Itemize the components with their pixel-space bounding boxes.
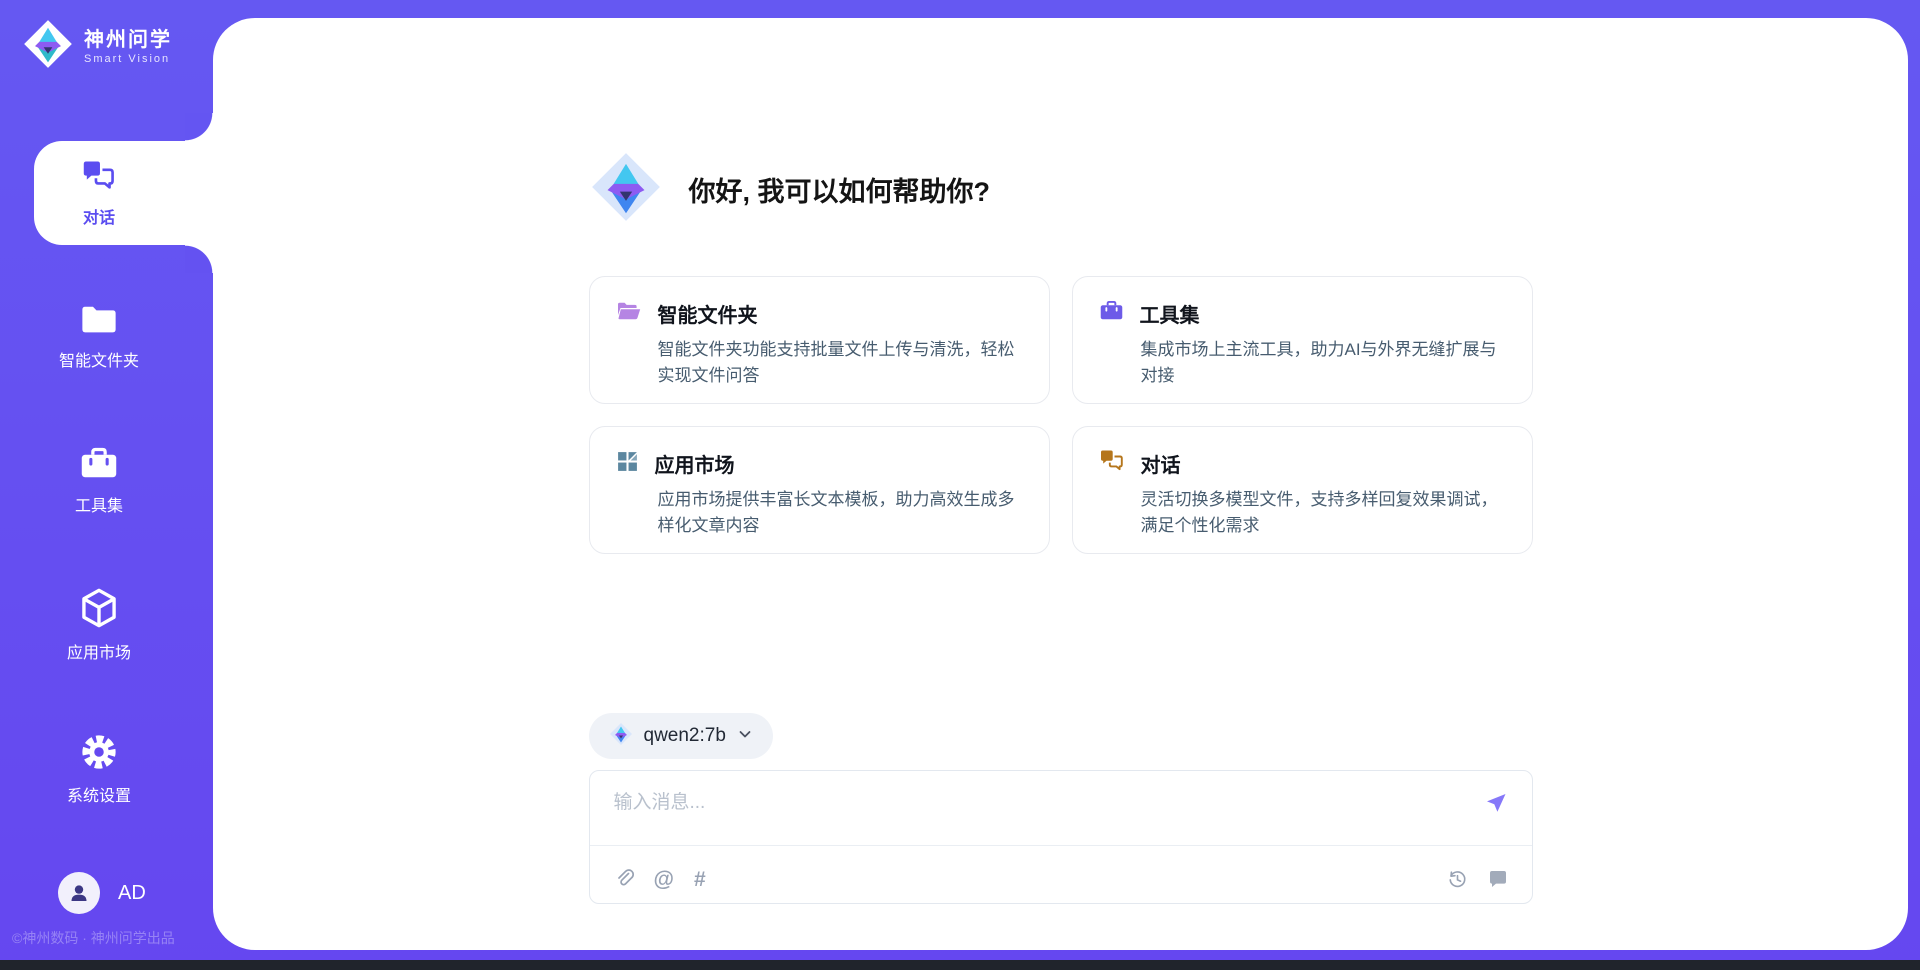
grid-icon bbox=[616, 450, 639, 478]
message-bubble-icon[interactable] bbox=[1488, 869, 1508, 889]
sidebar-item-settings[interactable]: 系统设置 bbox=[0, 717, 213, 821]
brand: 神州问学 Smart Vision bbox=[22, 18, 172, 75]
sidebar: 神州问学 Smart Vision 对话 bbox=[0, 0, 213, 960]
folder-icon bbox=[80, 304, 118, 336]
sidebar-footer-credit: ©神州数码 · 神州问学出品 bbox=[12, 928, 212, 948]
card-title: 对话 bbox=[1141, 449, 1181, 478]
card-smart-folder[interactable]: 智能文件夹 智能文件夹功能支持批量文件上传与清洗，轻松实现文件问答 bbox=[589, 276, 1050, 404]
sidebar-item-label: 智能文件夹 bbox=[59, 347, 139, 371]
assistant-gem-icon bbox=[589, 150, 663, 229]
brand-name: 神州问学 bbox=[84, 29, 172, 51]
card-app-market[interactable]: 应用市场 应用市场提供丰富长文本模板，助力高效生成多样化文章内容 bbox=[589, 426, 1050, 554]
feature-cards: 智能文件夹 智能文件夹功能支持批量文件上传与清洗，轻松实现文件问答 工具集 bbox=[589, 276, 1533, 554]
brand-subtitle: Smart Vision bbox=[84, 53, 172, 65]
model-name: qwen2:7b bbox=[644, 725, 726, 747]
avatar bbox=[58, 872, 100, 914]
window-bottom-edge bbox=[0, 960, 1920, 970]
sidebar-item-label: 应用市场 bbox=[67, 639, 131, 663]
toolbox-icon bbox=[79, 447, 119, 481]
send-icon[interactable] bbox=[1484, 791, 1508, 815]
chat-icon bbox=[81, 159, 117, 193]
message-composer: @ # bbox=[589, 770, 1533, 904]
toolbox-icon bbox=[1099, 300, 1124, 327]
sidebar-item-app-market[interactable]: 应用市场 bbox=[0, 573, 213, 677]
sidebar-item-label: 工具集 bbox=[75, 492, 123, 516]
sidebar-item-label: 对话 bbox=[83, 204, 115, 228]
card-description: 集成市场上主流工具，助力AI与外界无缝扩展与对接 bbox=[1141, 337, 1506, 390]
chevron-down-icon bbox=[737, 726, 753, 747]
card-title: 工具集 bbox=[1140, 299, 1200, 328]
sidebar-item-toolset[interactable]: 工具集 bbox=[0, 429, 213, 533]
greeting: 你好, 我可以如何帮助你? bbox=[589, 150, 991, 229]
chat-icon bbox=[1099, 449, 1125, 478]
user-initials: AD bbox=[118, 882, 146, 905]
card-description: 智能文件夹功能支持批量文件上传与清洗，轻松实现文件问答 bbox=[658, 337, 1023, 390]
model-gem-icon bbox=[609, 722, 633, 751]
brand-gem-icon bbox=[22, 18, 74, 75]
history-icon[interactable] bbox=[1447, 869, 1468, 890]
card-chat[interactable]: 对话 灵活切换多模型文件，支持多样回复效果调试，满足个性化需求 bbox=[1072, 426, 1533, 554]
hashtag-icon[interactable]: # bbox=[694, 869, 706, 890]
card-title: 应用市场 bbox=[655, 449, 735, 478]
mention-icon[interactable]: @ bbox=[654, 869, 674, 890]
card-title: 智能文件夹 bbox=[658, 299, 758, 328]
sidebar-item-smart-folder[interactable]: 智能文件夹 bbox=[0, 285, 213, 389]
card-description: 灵活切换多模型文件，支持多样回复效果调试，满足个性化需求 bbox=[1141, 487, 1506, 540]
cube-icon bbox=[80, 588, 118, 628]
card-description: 应用市场提供丰富长文本模板，助力高效生成多样化文章内容 bbox=[658, 487, 1023, 540]
user-profile[interactable]: AD bbox=[58, 872, 146, 914]
card-toolset[interactable]: 工具集 集成市场上主流工具，助力AI与外界无缝扩展与对接 bbox=[1072, 276, 1533, 404]
attach-file-icon[interactable] bbox=[614, 868, 634, 890]
sidebar-item-label: 系统设置 bbox=[67, 782, 131, 806]
main-panel: 你好, 我可以如何帮助你? 智能文件夹 智能文件夹功能支持批量文件上传与清洗，轻… bbox=[213, 18, 1908, 950]
composer-divider bbox=[590, 845, 1532, 846]
greeting-text: 你好, 我可以如何帮助你? bbox=[689, 170, 991, 209]
model-selector[interactable]: qwen2:7b bbox=[589, 713, 773, 759]
folder-open-icon bbox=[616, 300, 642, 327]
message-input[interactable] bbox=[614, 792, 1468, 814]
gear-icon bbox=[80, 733, 118, 771]
sidebar-nav: 对话 智能文件夹 bbox=[0, 141, 213, 861]
sidebar-item-chat[interactable]: 对话 bbox=[0, 141, 213, 245]
